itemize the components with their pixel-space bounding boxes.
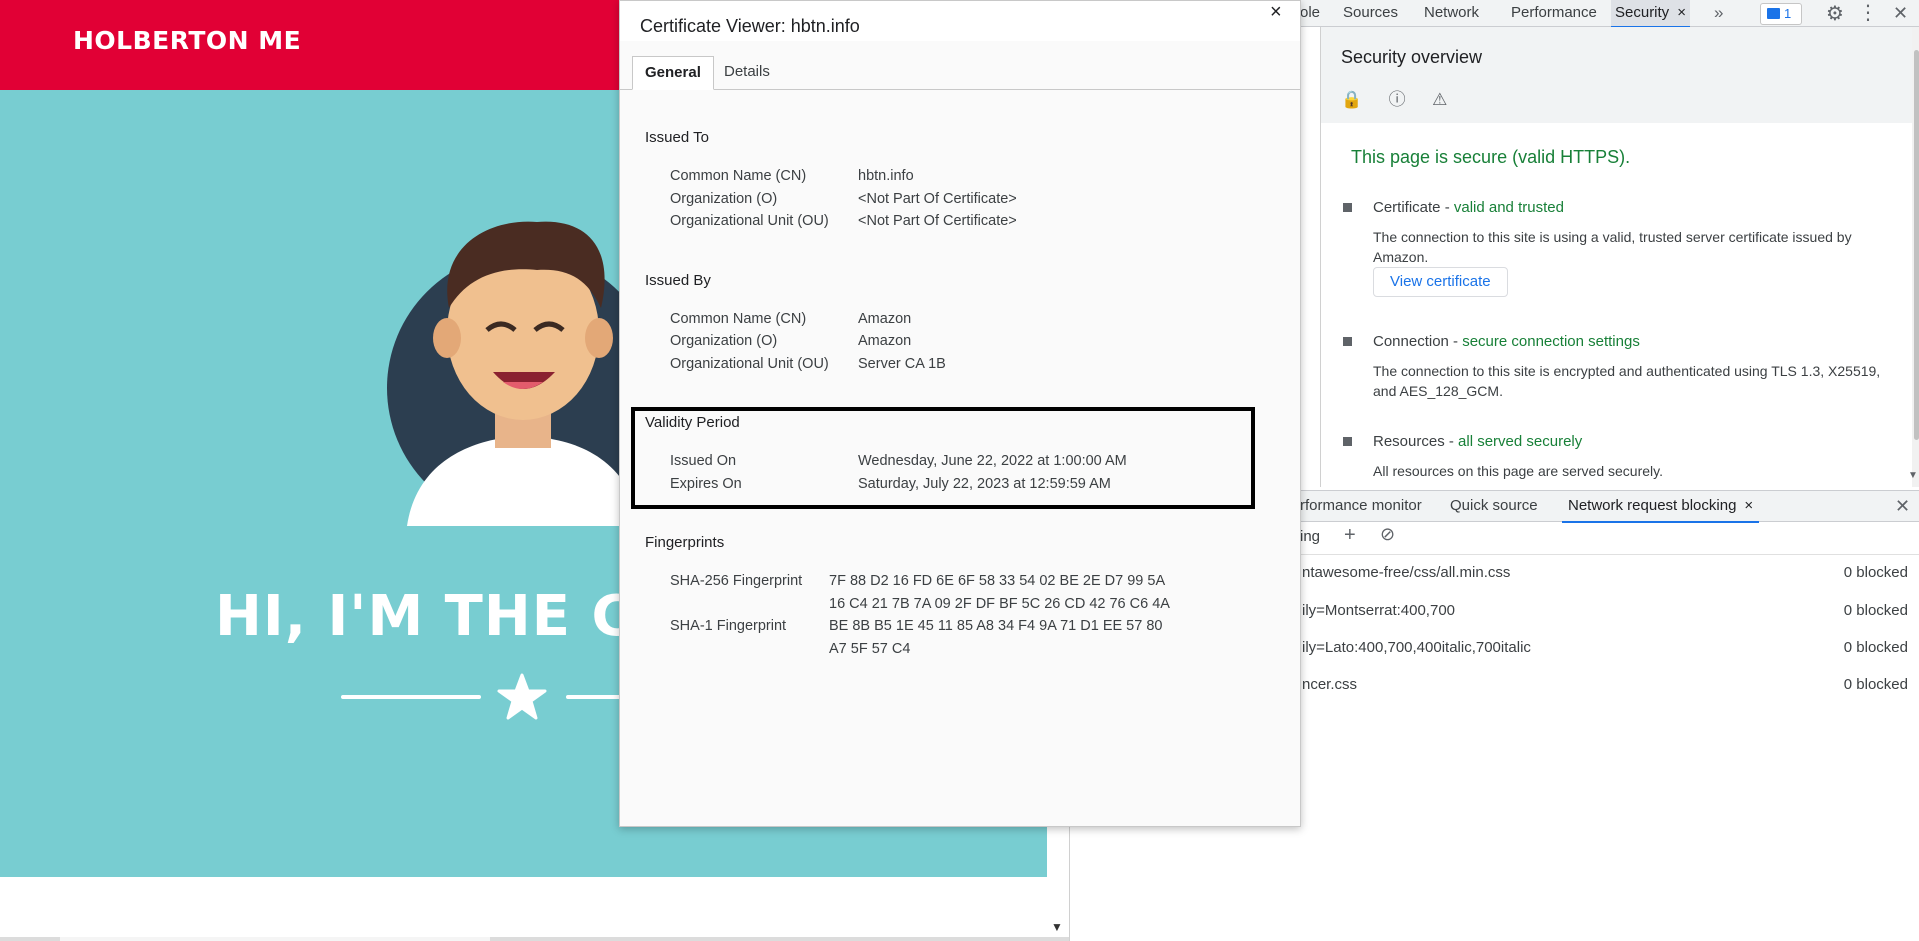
- field-label: Organization (O): [670, 333, 778, 349]
- bullet-icon: [1343, 203, 1352, 212]
- tab-network-request-blocking-label: Network request blocking: [1568, 497, 1737, 514]
- tab-performance[interactable]: Performance: [1511, 0, 1597, 26]
- field-label: Expires On: [670, 476, 742, 492]
- blocked-pattern: ily=Montserrat:400,700: [1302, 602, 1456, 619]
- close-drawer-icon[interactable]: ✕: [1895, 491, 1910, 521]
- issued-by-heading: Issued By: [645, 272, 711, 289]
- field-value: 7F 88 D2 16 FD 6E 6F 58 33 54 02 BE 2E D…: [829, 573, 1166, 589]
- field-value: <Not Part Of Certificate>: [858, 191, 1017, 207]
- field-value: 16 C4 21 7B 7A 09 2F DF BF 5C 26 CD 42 7…: [829, 596, 1170, 612]
- field-label: Issued On: [670, 453, 737, 469]
- resources-label-text: Resources -: [1373, 433, 1459, 450]
- resources-status: all served securely: [1458, 433, 1583, 450]
- blocked-pattern: ntawesome-free/css/all.min.css: [1302, 564, 1511, 581]
- certificate-status: valid and trusted: [1453, 199, 1564, 216]
- certificate-viewer-title: Certificate Viewer: hbtn.info: [640, 16, 860, 36]
- field-value: BE 8B B5 1E 45 11 85 A8 34 F4 9A 71 D1 E…: [829, 618, 1163, 634]
- field-value: hbtn.info: [858, 168, 914, 184]
- tab-console[interactable]: ole: [1300, 0, 1320, 26]
- security-overview-title: Security overview: [1341, 47, 1483, 67]
- close-devtools-icon[interactable]: ✕: [1893, 0, 1908, 26]
- scroll-down-arrow-icon[interactable]: ▼: [1051, 920, 1063, 934]
- tab-sources[interactable]: Sources: [1343, 0, 1398, 26]
- kebab-menu-icon[interactable]: ⋮: [1858, 0, 1878, 26]
- field-label: Common Name (CN): [670, 168, 807, 184]
- info-icon: ⓘ: [1388, 90, 1406, 109]
- add-pattern-icon[interactable]: +: [1344, 524, 1356, 547]
- site-title[interactable]: HOLBERTON ME: [73, 26, 301, 55]
- close-tab-icon[interactable]: ×: [1677, 4, 1686, 21]
- field-label: SHA-256 Fingerprint: [670, 573, 803, 589]
- security-overview-header: Security overview 🔒 ⓘ ⚠: [1321, 27, 1913, 123]
- issued-to-heading: Issued To: [645, 129, 709, 146]
- field-value: Server CA 1B: [858, 356, 946, 372]
- scroll-down-arrow-icon[interactable]: ▼: [1908, 470, 1918, 481]
- security-scrollbar-thumb[interactable]: [1914, 50, 1919, 440]
- more-tabs-icon[interactable]: »: [1714, 0, 1723, 26]
- blocked-count: 0 blocked: [1843, 602, 1908, 619]
- security-overview-panel: Security overview 🔒 ⓘ ⚠ This page is sec…: [1320, 27, 1913, 487]
- certificate-label: Certificate - valid and trusted: [1373, 199, 1564, 216]
- issues-icon: [1767, 8, 1780, 19]
- horizontal-scrollbar-thumb[interactable]: [60, 937, 490, 941]
- issues-badge[interactable]: 1: [1760, 3, 1802, 25]
- star-icon: [497, 673, 547, 720]
- avatar-illustration: [387, 221, 647, 526]
- view-certificate-button[interactable]: View certificate: [1373, 267, 1508, 297]
- tab-quick-source[interactable]: Quick source: [1450, 491, 1538, 521]
- lock-icon: 🔒: [1341, 90, 1363, 109]
- security-summary-icons: 🔒 ⓘ ⚠: [1341, 85, 1469, 110]
- fingerprints-heading: Fingerprints: [645, 534, 725, 551]
- secure-message: This page is secure (valid HTTPS).: [1351, 147, 1631, 167]
- tab-general[interactable]: General: [632, 56, 714, 90]
- field-label: Organization (O): [670, 191, 778, 207]
- certificate-viewer-titlebar: Certificate Viewer: hbtn.info ×: [620, 1, 1300, 41]
- divider-line-right: [566, 695, 626, 699]
- resources-description: All resources on this page are served se…: [1373, 463, 1663, 479]
- hero-heading: HI, I'M THE CH: [215, 584, 682, 649]
- field-value: Amazon: [858, 333, 912, 349]
- certificate-label-text: Certificate -: [1373, 199, 1454, 216]
- issues-count: 1: [1784, 6, 1792, 21]
- tab-network[interactable]: Network: [1424, 0, 1479, 26]
- field-value: Amazon: [858, 311, 912, 327]
- field-value: A7 5F 57 C4: [829, 641, 911, 657]
- enable-blocking-label[interactable]: ing: [1300, 528, 1320, 545]
- field-label: Organizational Unit (OU): [670, 213, 829, 229]
- gear-icon[interactable]: ⚙: [1826, 1, 1844, 26]
- blocked-count: 0 blocked: [1843, 676, 1908, 693]
- certificate-tabs: General Details: [620, 56, 1300, 90]
- resources-label: Resources - all served securely: [1373, 433, 1582, 450]
- block-icon[interactable]: ⊘: [1380, 524, 1395, 545]
- blocked-pattern: ily=Lato:400,700,400italic,700italic: [1302, 639, 1531, 656]
- tab-details[interactable]: Details: [712, 56, 782, 88]
- divider-line-left: [341, 695, 481, 699]
- tab-security-label: Security: [1615, 4, 1670, 21]
- tab-performance-monitor[interactable]: rformance monitor: [1300, 491, 1422, 521]
- tab-security[interactable]: Security ×: [1611, 0, 1690, 28]
- bullet-icon: [1343, 337, 1352, 346]
- field-value: Wednesday, June 22, 2022 at 1:00:00 AM: [858, 453, 1127, 469]
- tab-network-request-blocking[interactable]: Network request blocking ×: [1562, 491, 1760, 523]
- certificate-viewer-dialog: Certificate Viewer: hbtn.info × General …: [619, 0, 1301, 827]
- close-tab-icon[interactable]: ×: [1744, 497, 1753, 514]
- certificate-description: The connection to this site is using a v…: [1373, 229, 1852, 265]
- connection-status: secure connection settings: [1462, 333, 1640, 350]
- connection-label: Connection - secure connection settings: [1373, 333, 1640, 350]
- bullet-icon: [1343, 437, 1352, 446]
- field-label: Common Name (CN): [670, 311, 807, 327]
- warning-icon: ⚠: [1432, 90, 1448, 109]
- field-value: <Not Part Of Certificate>: [858, 213, 1017, 229]
- validity-heading: Validity Period: [645, 414, 740, 431]
- connection-label-text: Connection -: [1373, 333, 1463, 350]
- field-value: Saturday, July 22, 2023 at 12:59:59 AM: [858, 476, 1111, 492]
- connection-description: The connection to this site is encrypted…: [1373, 363, 1881, 399]
- close-icon[interactable]: ×: [1270, 1, 1282, 24]
- blocked-pattern: ncer.css: [1302, 676, 1358, 693]
- field-label: Organizational Unit (OU): [670, 356, 829, 372]
- blocked-count: 0 blocked: [1843, 564, 1908, 581]
- field-label: SHA-1 Fingerprint: [670, 618, 787, 634]
- blocked-count: 0 blocked: [1843, 639, 1908, 656]
